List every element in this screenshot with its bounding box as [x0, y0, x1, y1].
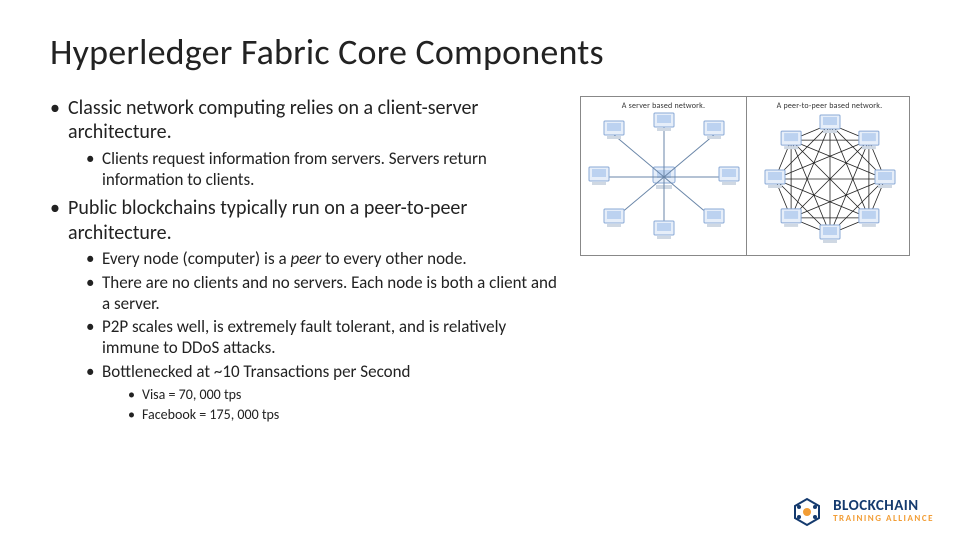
bullet-text: Clients request information from servers… — [102, 148, 487, 190]
bullet-text: Every node (computer) is a — [102, 248, 290, 269]
server-clients-icon — [581, 97, 746, 257]
server-panel: A server based network. — [581, 97, 747, 255]
bullet-list: Classic network computing relies on a cl… — [50, 96, 560, 423]
blockchain-logo-icon — [789, 494, 825, 528]
bullet-text: Facebook = 175, 000 tps — [142, 406, 279, 423]
network-diagram: A server based network. — [580, 96, 910, 256]
bullet-subitem: Clients request information from servers… — [86, 149, 560, 190]
left-column: Classic network computing relies on a cl… — [50, 96, 560, 429]
p2p-mesh-icon — [747, 97, 912, 257]
bullet-subsublist: Visa = 70, 000 tps Facebook = 175, 000 t… — [128, 386, 560, 423]
bullet-subitem: Every node (computer) is a peer to every… — [86, 249, 560, 270]
logo: BLOCKCHAIN TRAINING ALLIANCE — [789, 494, 934, 528]
slide-title: Hyperledger Fabric Core Components — [50, 30, 910, 74]
content-row: Classic network computing relies on a cl… — [50, 96, 910, 429]
p2p-panel: A peer-to-peer based network. — [747, 97, 912, 255]
bullet-text: Visa = 70, 000 tps — [142, 386, 241, 403]
bullet-text: Classic network computing relies on a cl… — [68, 96, 478, 144]
bullet-item: Classic network computing relies on a cl… — [50, 96, 560, 190]
bullet-text: to every other node. — [321, 248, 466, 269]
logo-line1: BLOCKCHAIN — [833, 499, 934, 514]
bullet-text: Public blockchains typically run on a pe… — [68, 196, 467, 244]
bullet-subitem: There are no clients and no servers. Eac… — [86, 273, 560, 314]
bullet-subsubitem: Visa = 70, 000 tps — [128, 386, 560, 404]
bullet-text: There are no clients and no servers. Eac… — [102, 272, 557, 314]
slide: Hyperledger Fabric Core Components Class… — [0, 0, 960, 540]
bullet-em: peer — [290, 248, 321, 269]
logo-text: BLOCKCHAIN TRAINING ALLIANCE — [833, 499, 934, 523]
bullet-text: P2P scales well, is extremely fault tole… — [102, 316, 506, 358]
right-column: A server based network. — [580, 96, 910, 429]
bullet-sublist: Clients request information from servers… — [86, 149, 560, 190]
bullet-subitem: Bottlenecked at ~10 Transactions per Sec… — [86, 362, 560, 424]
bullet-subitem: P2P scales well, is extremely fault tole… — [86, 317, 560, 358]
logo-line2: TRAINING ALLIANCE — [833, 514, 934, 523]
bullet-text: Bottlenecked at ~10 Transactions per Sec… — [102, 361, 410, 382]
bullet-item: Public blockchains typically run on a pe… — [50, 196, 560, 423]
bullet-subsubitem: Facebook = 175, 000 tps — [128, 406, 560, 424]
bullet-sublist: Every node (computer) is a peer to every… — [86, 249, 560, 423]
